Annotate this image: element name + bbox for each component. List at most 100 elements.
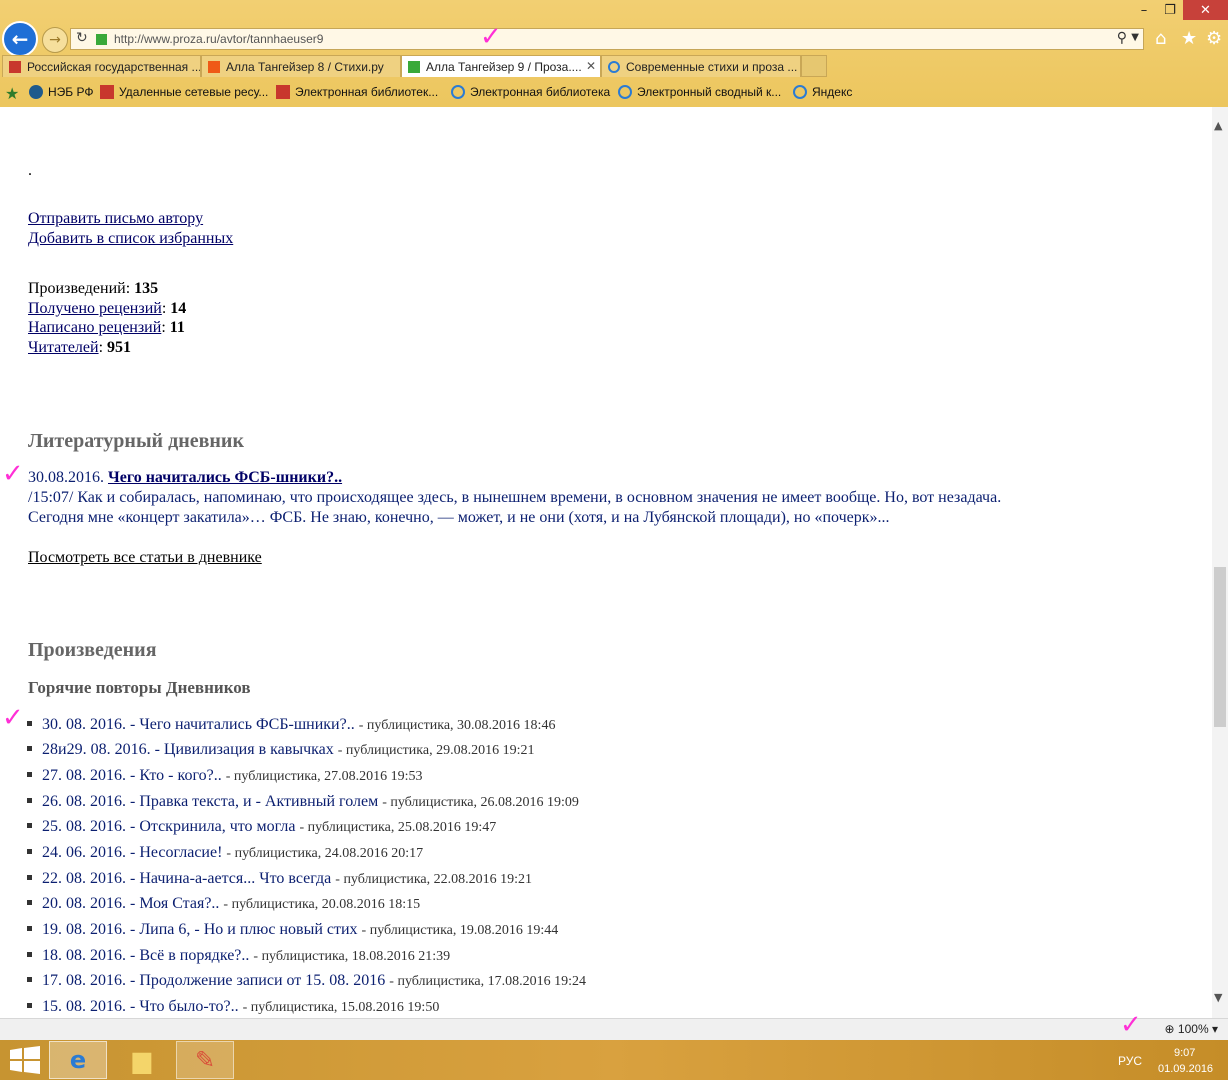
file-explorer-icon: ▆ [132, 1046, 152, 1074]
bullet-icon [27, 899, 32, 905]
diary-entry: 30.08.2016. Чего начитались ФСБ-шники?.. [28, 469, 342, 487]
stat-received-reviews: Получено рецензий: 14 [28, 300, 187, 317]
library-icon [9, 61, 21, 73]
language-indicator[interactable]: РУС [1118, 1054, 1142, 1068]
tab-close-icon[interactable]: ✕ [586, 59, 596, 73]
forward-button[interactable]: → [42, 27, 68, 53]
annotation-checkmark: ✓ [2, 459, 24, 489]
send-letter-link[interactable]: Отправить письмо автору [28, 210, 203, 228]
work-link[interactable]: 27. 08. 2016. - Кто - кого?.. [42, 767, 222, 784]
address-bar[interactable]: ↻ http://www.proza.ru/avtor/tannhaeuser9… [70, 28, 1144, 50]
scroll-up-icon[interactable]: ▲ [1214, 119, 1222, 132]
written-reviews-link[interactable]: Написано рецензий [28, 319, 161, 336]
taskbar-explorer-button[interactable]: ▆ [113, 1041, 171, 1079]
list-item: 20. 08. 2016. - Моя Стая?.. - публицисти… [27, 895, 420, 913]
annotation-checkmark: ✓ [2, 703, 24, 733]
tab-sovremennye[interactable]: Современные стихи и проза ... [601, 55, 801, 77]
internet-explorer-icon: e [69, 1046, 87, 1074]
library-icon [100, 85, 114, 99]
clock-time[interactable]: 9:07 [1174, 1047, 1195, 1059]
works-heading: Произведения [28, 639, 157, 661]
proza-icon [408, 61, 420, 73]
list-item: 24. 06. 2016. - Несогласие! - публицисти… [27, 844, 423, 862]
fav-elib-2[interactable]: Электронная библиотека [451, 85, 610, 99]
view-all-diary-link[interactable]: Посмотреть все статьи в дневнике [28, 549, 262, 567]
diary-heading: Литературный дневник [28, 430, 244, 452]
diary-excerpt-line2: Сегодня мне «концерт закатила»… ФСБ. Не … [28, 509, 890, 526]
bullet-icon [27, 745, 32, 751]
scroll-down-icon[interactable]: ▼ [1214, 991, 1222, 1004]
chevron-down-icon[interactable]: ▼ [1131, 32, 1139, 43]
work-link[interactable]: 30. 08. 2016. - Чего начитались ФСБ-шник… [42, 716, 355, 733]
restore-button[interactable]: ❐ [1157, 0, 1183, 20]
ie-page-icon [618, 85, 632, 99]
tab-rgb[interactable]: Российская государственная ... [2, 55, 201, 77]
zoom-icon: ⊕ [1164, 1022, 1175, 1036]
taskbar-paint-button[interactable]: ✎ [176, 1041, 234, 1079]
annotation-checkmark: ✓ [480, 22, 502, 52]
tab-label: Российская государственная ... [27, 60, 201, 74]
work-link[interactable]: 17. 08. 2016. - Продолжение записи от 15… [42, 972, 385, 989]
work-link[interactable]: 15. 08. 2016. - Что было-то?.. [42, 998, 239, 1015]
work-link[interactable]: 20. 08. 2016. - Моя Стая?.. [42, 895, 219, 912]
favorites-bar: ★ НЭБ РФ Удаленные сетевые ресу... Элект… [0, 81, 1228, 105]
fav-neb[interactable]: НЭБ РФ [29, 85, 94, 99]
search-icon[interactable]: ⚲ [1117, 30, 1127, 46]
library-icon [276, 85, 290, 99]
clock-date[interactable]: 01.09.2016 [1158, 1063, 1213, 1075]
list-item: 17. 08. 2016. - Продолжение записи от 15… [27, 972, 586, 990]
zoom-control[interactable]: ⊕ 100% ▾ [1165, 1022, 1218, 1036]
dot-text: . [28, 162, 32, 179]
bullet-icon [27, 951, 32, 957]
work-link[interactable]: 28и29. 08. 2016. - Цивилизация в кавычка… [42, 741, 334, 758]
work-link[interactable]: 26. 08. 2016. - Правка текста, и - Актив… [42, 793, 378, 810]
home-icon[interactable]: ⌂ [1155, 28, 1166, 49]
bullet-icon [27, 822, 32, 828]
bullet-icon [27, 976, 32, 982]
back-button[interactable]: ← [2, 21, 38, 57]
stat-readers: Читателей: 951 [28, 339, 132, 356]
add-favorite-star-icon[interactable]: ★ [5, 84, 19, 103]
scrollbar-thumb[interactable] [1214, 567, 1226, 727]
windows-start-icon[interactable] [10, 1046, 40, 1074]
stat-works: Произведений: 135 [28, 280, 159, 297]
fav-yandex[interactable]: Яндекс [793, 85, 852, 99]
work-link[interactable]: 18. 08. 2016. - Всё в порядке?.. [42, 947, 249, 964]
close-button[interactable]: ✕ [1183, 0, 1228, 20]
list-item: 28и29. 08. 2016. - Цивилизация в кавычка… [27, 741, 534, 759]
url-text[interactable]: http://www.proza.ru/avtor/tannhaeuser9 [114, 32, 323, 46]
page-content: . Отправить письмо автору Добавить в спи… [0, 107, 1212, 1018]
list-item: 27. 08. 2016. - Кто - кого?.. - публицис… [27, 767, 422, 785]
fav-remote-resources[interactable]: Удаленные сетевые ресу... [100, 85, 268, 99]
list-item: 30. 08. 2016. - Чего начитались ФСБ-шник… [27, 716, 555, 734]
tab-stihi[interactable]: Алла Тангейзер 8 / Стихи.ру [201, 55, 401, 77]
window-controls: – ❐ ✕ [1131, 0, 1228, 20]
work-link[interactable]: 25. 08. 2016. - Отскринила, что могла [42, 818, 296, 835]
tab-label: Современные стихи и проза ... [626, 60, 798, 74]
minimize-button[interactable]: – [1131, 0, 1157, 20]
diary-entry-title-link[interactable]: Чего начитались ФСБ-шники?.. [108, 469, 342, 486]
add-favorites-link[interactable]: Добавить в список избранных [28, 230, 233, 248]
fav-elib-1[interactable]: Электронная библиотек... [276, 85, 438, 99]
diary-excerpt-line1: /15:07/ Как и собиралась, напоминаю, что… [28, 489, 1002, 506]
gear-icon[interactable]: ⚙ [1206, 28, 1222, 49]
new-tab-button[interactable] [801, 55, 827, 77]
taskbar-ie-button[interactable]: e [49, 1041, 107, 1079]
favorites-star-icon[interactable]: ★ [1181, 28, 1197, 49]
fav-catalog[interactable]: Электронный сводный к... [618, 85, 781, 99]
work-link[interactable]: 24. 06. 2016. - Несогласие! [42, 844, 222, 861]
work-link[interactable]: 19. 08. 2016. - Липа 6, - Но и плюс новы… [42, 921, 358, 938]
received-reviews-link[interactable]: Получено рецензий [28, 300, 162, 317]
bullet-icon [27, 874, 32, 880]
ie-page-icon [608, 61, 620, 73]
work-link[interactable]: 22. 08. 2016. - Начина-а-ается... Что вс… [42, 870, 331, 887]
readers-link[interactable]: Читателей [28, 339, 99, 356]
refresh-icon[interactable]: ↻ [76, 30, 88, 46]
stihi-icon [208, 61, 220, 73]
works-subheading: Горячие повторы Дневников [28, 678, 251, 697]
tab-strip: Российская государственная ... Алла Танг… [0, 55, 1228, 77]
vertical-scrollbar[interactable]: ▲ ▼ [1212, 107, 1228, 1018]
tab-proza-active[interactable]: Алла Тангейзер 9 / Проза.... ✕ [401, 55, 601, 77]
bullet-icon [27, 1002, 32, 1008]
tab-label: Алла Тангейзер 8 / Стихи.ру [226, 60, 384, 74]
